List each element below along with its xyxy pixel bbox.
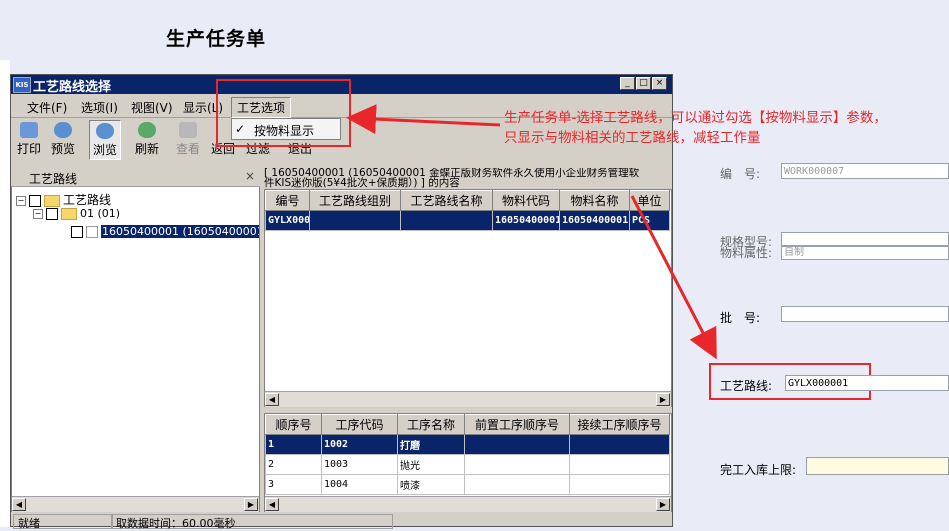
annotation-arrows <box>346 104 717 360</box>
arrow-to-menu <box>346 104 501 135</box>
arrow-to-route-field <box>630 195 717 360</box>
